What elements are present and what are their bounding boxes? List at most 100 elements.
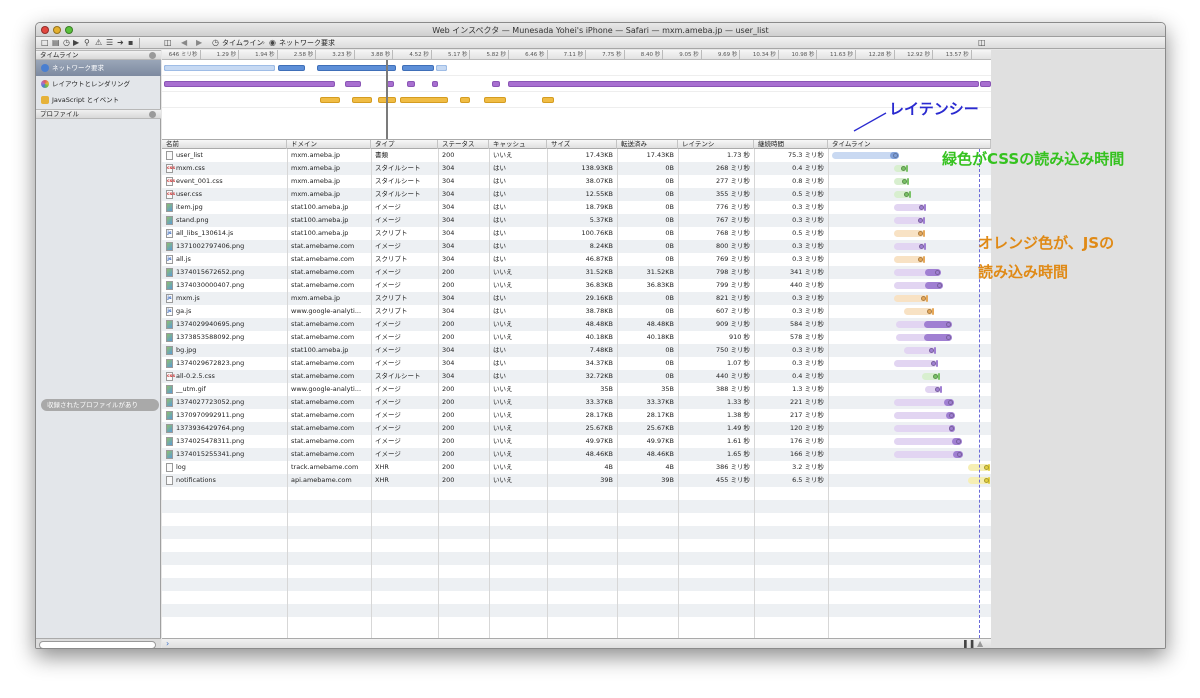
sidebar-toggle-icon[interactable]: ◫ bbox=[164, 38, 172, 48]
search-icon[interactable]: ⚲ bbox=[84, 38, 90, 48]
cell-status: 304 bbox=[442, 177, 455, 185]
column-header-0[interactable]: 名前 bbox=[162, 140, 287, 149]
cell-duration: 3.2 ミリ秒 bbox=[792, 463, 824, 471]
ruler-tick: 5.17 秒 bbox=[432, 50, 471, 60]
cell-status: 200 bbox=[442, 411, 455, 419]
cell-status: 200 bbox=[442, 320, 455, 328]
column-header-1[interactable]: ドメイン bbox=[287, 140, 371, 149]
cell-domain: stat.amebame.com bbox=[291, 320, 355, 328]
sidebar-filter-input[interactable] bbox=[39, 641, 156, 648]
cell-latency: 1.49 秒 bbox=[726, 424, 750, 432]
breadcrumb-timeline[interactable]: タイムライン bbox=[222, 38, 264, 48]
timeline-end-dot bbox=[949, 426, 954, 431]
column-divider bbox=[489, 149, 490, 638]
cell-transferred: 0B bbox=[665, 255, 674, 263]
timeline-end-dot bbox=[948, 400, 953, 405]
debugger-icon[interactable]: ▶ bbox=[73, 38, 79, 48]
timeline-end-dot bbox=[929, 348, 934, 353]
arrow-icon[interactable]: ➜ bbox=[117, 38, 124, 48]
cell-type: イメージ bbox=[375, 281, 401, 289]
cell-size: 5.37KB bbox=[589, 216, 613, 224]
scroll-up-icon[interactable]: ▲ bbox=[977, 639, 983, 648]
column-divider bbox=[287, 149, 288, 638]
sidebar-item-network[interactable]: ネットワーク要求 bbox=[36, 60, 161, 76]
cell-size: 35B bbox=[600, 385, 613, 393]
elements-icon[interactable]: □ bbox=[41, 38, 49, 48]
title-bar: Web インスペクタ — Munesada Yohei's iPhone — S… bbox=[36, 23, 1165, 37]
name-cell: css user.css bbox=[162, 188, 287, 201]
cell-size: 48.46KB bbox=[585, 450, 613, 458]
ruler-tick: 12.92 秒 bbox=[895, 50, 934, 60]
cell-duration: 578 ミリ秒 bbox=[790, 333, 824, 341]
cell-size: 32.72KB bbox=[585, 372, 613, 380]
grid-header: 名前 ドメイン タイプ ステータス キャッシュ サイズ 転送済み レイテンシ 継続時間 タイムライ… bbox=[162, 139, 991, 149]
column-header-7[interactable]: レイテンシ bbox=[678, 140, 754, 149]
script-file-icon: js bbox=[166, 294, 173, 303]
cell-latency: 910 秒 bbox=[729, 333, 750, 341]
column-header-3[interactable]: ステータス bbox=[438, 140, 489, 149]
cell-latency: 440 ミリ秒 bbox=[716, 372, 750, 380]
detail-toggle-icon[interactable]: ◫ bbox=[978, 38, 986, 48]
sidebar-item-javascript[interactable]: JavaScript とイベント bbox=[36, 92, 161, 108]
file-name: 1374015255341.png bbox=[176, 450, 245, 458]
console-icon[interactable]: ▪ bbox=[128, 38, 133, 48]
record-icon[interactable] bbox=[149, 52, 156, 59]
cell-domain: stat.amebame.com bbox=[291, 372, 355, 380]
timeline-end-dot bbox=[921, 296, 926, 301]
name-cell: 1373853588092.png bbox=[162, 331, 287, 344]
cell-size: 17.43KB bbox=[585, 151, 613, 159]
latency-annotation: レイテンシー bbox=[889, 100, 979, 118]
cell-domain: stat.amebame.com bbox=[291, 333, 355, 341]
name-cell: stand.png bbox=[162, 214, 287, 227]
timeline-bar bbox=[894, 438, 962, 445]
cell-duration: 120 ミリ秒 bbox=[790, 424, 824, 432]
image-file-icon bbox=[166, 216, 173, 225]
cell-duration: 440 ミリ秒 bbox=[790, 281, 824, 289]
cell-cache: はい bbox=[493, 203, 506, 211]
timeline-bar bbox=[904, 347, 936, 354]
forward-icon[interactable]: ▶ bbox=[196, 38, 202, 48]
cell-domain: stat100.ameba.jp bbox=[291, 216, 349, 224]
toolbar-separator bbox=[139, 38, 140, 48]
cell-type: イメージ bbox=[375, 411, 401, 419]
list-icon[interactable]: ☰ bbox=[106, 38, 113, 48]
console-prompt-icon[interactable]: › bbox=[166, 639, 169, 648]
pause-icon[interactable]: ❚❚ bbox=[962, 639, 975, 648]
ruler-tick: 10.34 秒 bbox=[740, 50, 779, 60]
profile-section-header[interactable]: プロファイル bbox=[36, 109, 161, 119]
file-name: 1374029672823.png bbox=[176, 359, 245, 367]
column-header-2[interactable]: タイプ bbox=[371, 140, 438, 149]
timeline-section-header[interactable]: タイムライン bbox=[36, 50, 161, 60]
back-icon[interactable]: ◀ bbox=[181, 38, 187, 48]
column-header-4[interactable]: キャッシュ bbox=[489, 140, 547, 149]
breadcrumb-network[interactable]: ネットワーク要求 bbox=[279, 38, 335, 48]
timeline-latency-segment bbox=[906, 165, 908, 172]
overview-selection[interactable] bbox=[386, 60, 388, 139]
cell-transferred: 48.48KB bbox=[646, 320, 674, 328]
stylesheet-file-icon: css bbox=[166, 177, 176, 186]
cell-duration: 0.8 ミリ秒 bbox=[792, 177, 824, 185]
column-header-6[interactable]: 転送済み bbox=[617, 140, 678, 149]
cell-cache: いいえ bbox=[493, 411, 513, 419]
column-header-5[interactable]: サイズ bbox=[547, 140, 617, 149]
warning-icon[interactable]: ⚠ bbox=[95, 38, 102, 48]
cell-latency: 1.38 秒 bbox=[726, 411, 750, 419]
timeline-bar bbox=[894, 425, 955, 432]
profile-record-icon[interactable] bbox=[149, 111, 156, 118]
cell-transferred: 0B bbox=[665, 294, 674, 302]
cell-domain: mxm.ameba.jp bbox=[291, 151, 340, 159]
timeline-bar bbox=[894, 230, 925, 237]
column-header-8[interactable]: 継続時間 bbox=[754, 140, 828, 149]
timeline-icon[interactable]: ◷ bbox=[63, 38, 70, 48]
cell-latency: 455 ミリ秒 bbox=[716, 476, 750, 484]
resources-icon[interactable]: ▤ bbox=[52, 38, 60, 48]
detail-pane bbox=[991, 50, 1165, 648]
cell-type: イメージ bbox=[375, 385, 401, 393]
cell-status: 200 bbox=[442, 463, 455, 471]
cell-type: スクリプト bbox=[375, 229, 408, 237]
ruler-tick: 7.11 秒 bbox=[548, 50, 587, 60]
overview-bar bbox=[320, 97, 340, 103]
sidebar-item-layout[interactable]: レイアウトとレンダリング bbox=[36, 76, 161, 92]
file-name: 1373936429764.png bbox=[176, 424, 245, 432]
stylesheet-file-icon: css bbox=[166, 372, 176, 381]
